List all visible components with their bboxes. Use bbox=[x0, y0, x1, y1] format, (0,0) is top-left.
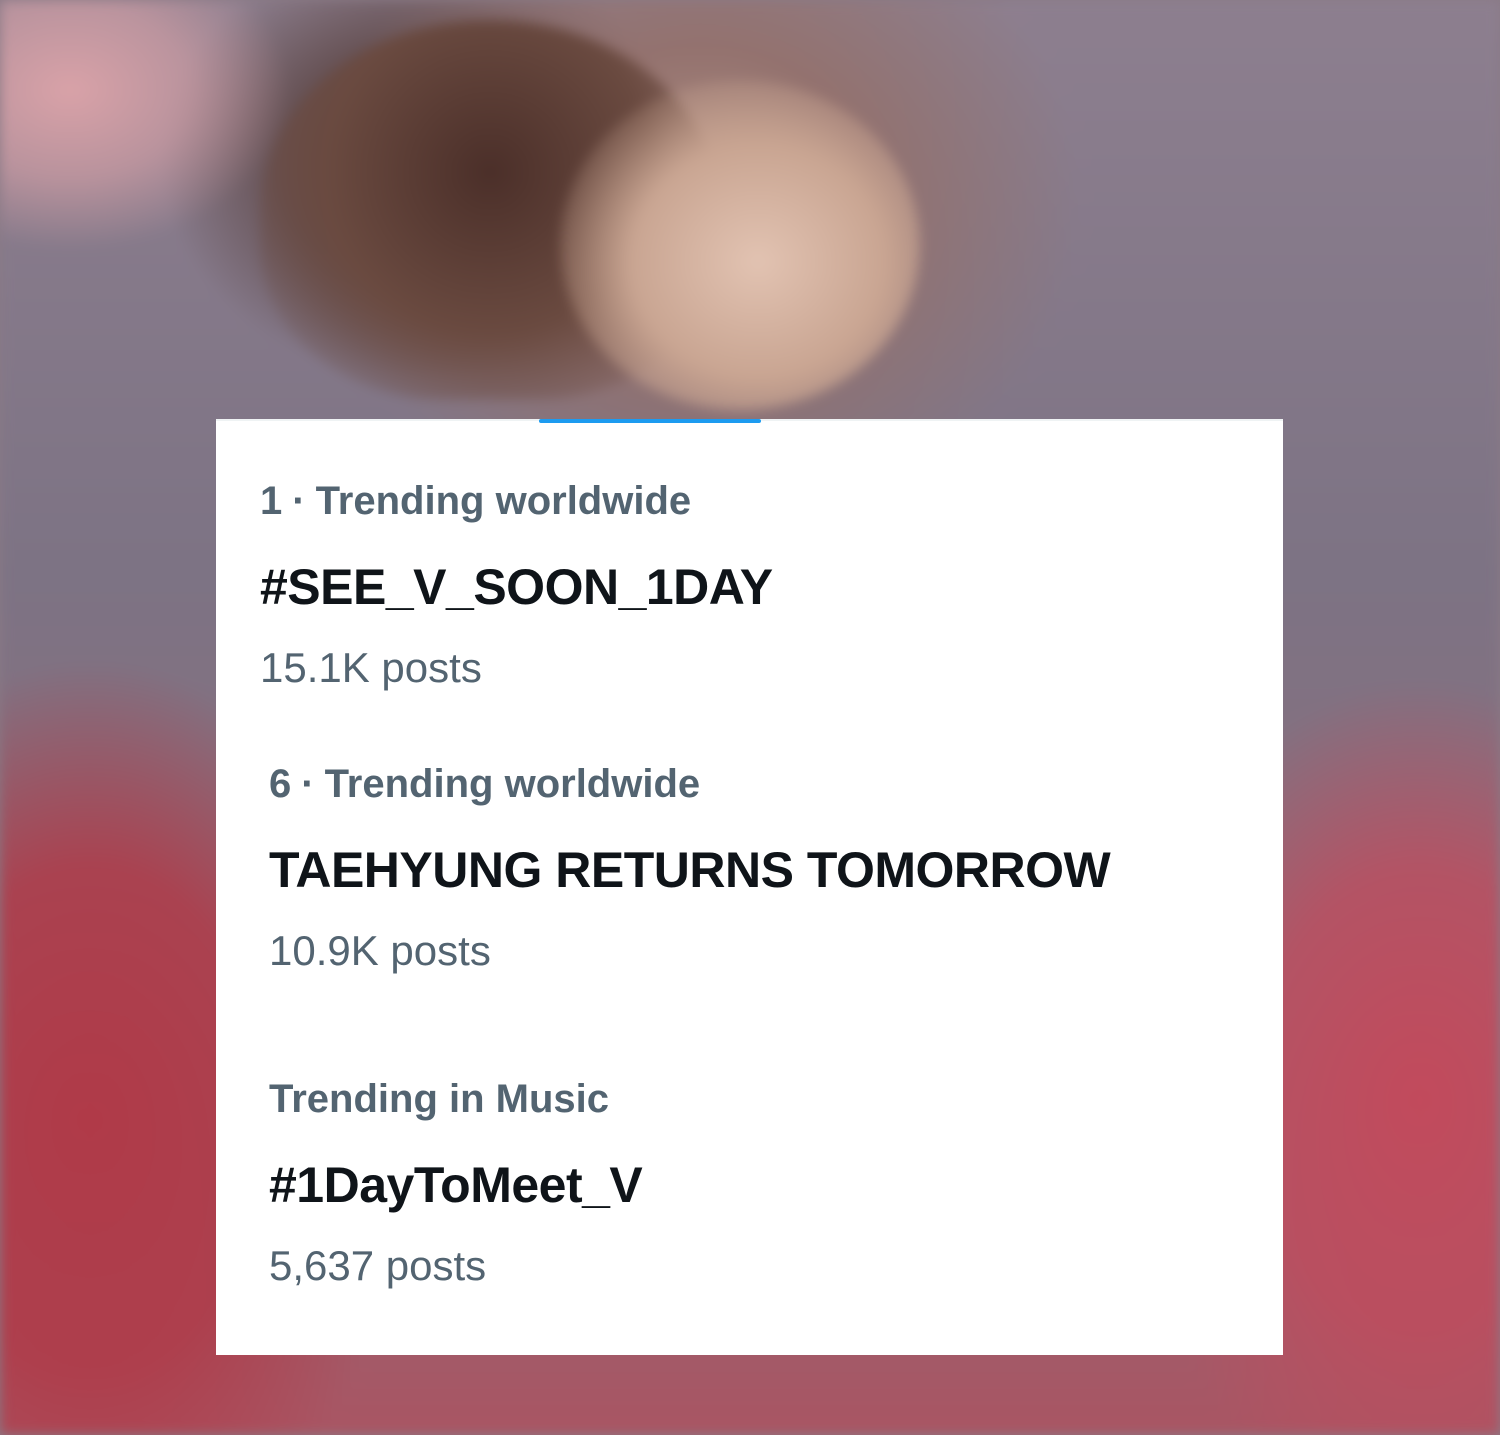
trend-title: #1DayToMeet_V bbox=[269, 1157, 643, 1213]
trend-item-3[interactable]: Trending in Music #1DayToMeet_V 5,637 po… bbox=[269, 1075, 643, 1291]
trend-context: Trending in Music bbox=[269, 1075, 642, 1123]
trend-context-label: Trending in Music bbox=[269, 1077, 610, 1121]
trend-context-label: Trending worldwide bbox=[324, 762, 701, 806]
trend-title: TAEHYUNG RETURNS TOMORROW bbox=[269, 842, 1111, 898]
trend-post-count: 5,637 posts bbox=[269, 1242, 487, 1289]
trend-context: 1 · Trending worldwide bbox=[260, 477, 773, 525]
trend-post-count: 10.9K posts bbox=[269, 927, 491, 974]
trend-rank: 6 bbox=[269, 762, 292, 806]
trends-card: 1 · Trending worldwide #SEE_V_SOON_1DAY 15… bbox=[216, 419, 1283, 1355]
trend-context: 6 · Trending worldwide bbox=[269, 760, 1110, 808]
trend-item-1[interactable]: 1 · Trending worldwide #SEE_V_SOON_1DAY 15… bbox=[260, 477, 773, 693]
background-face-shape bbox=[560, 80, 920, 410]
trend-item-2[interactable]: 6 · Trending worldwide TAEHYUNG RETURNS TO… bbox=[269, 760, 1111, 976]
trend-post-count: 15.1K posts bbox=[260, 644, 482, 691]
active-tab-indicator bbox=[539, 419, 761, 423]
trend-title: #SEE_V_SOON_1DAY bbox=[260, 559, 773, 615]
trend-separator: · bbox=[301, 762, 315, 806]
trend-context-label: Trending worldwide bbox=[315, 479, 692, 523]
trend-rank: 1 bbox=[260, 479, 283, 523]
trend-separator: · bbox=[292, 479, 306, 523]
